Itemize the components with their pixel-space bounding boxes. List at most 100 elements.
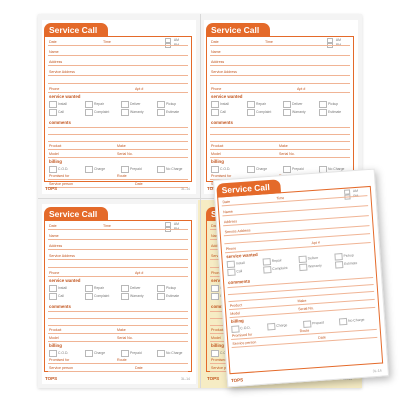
billing-option-checkbox[interactable] bbox=[157, 350, 165, 357]
comment-line bbox=[210, 127, 350, 128]
model-line bbox=[210, 157, 350, 158]
product-line bbox=[48, 149, 188, 150]
service-option-label: Install bbox=[58, 102, 67, 106]
service-option-checkbox[interactable] bbox=[247, 101, 255, 108]
form-title-tab: Service Call bbox=[206, 23, 270, 37]
service-option-checkbox[interactable] bbox=[334, 261, 344, 269]
service-option-checkbox[interactable] bbox=[85, 109, 93, 116]
billing-option-label: Prepaid bbox=[130, 167, 142, 171]
service-option-checkbox[interactable] bbox=[121, 101, 129, 108]
service-option-checkbox[interactable] bbox=[299, 263, 308, 272]
service-option-checkbox[interactable] bbox=[211, 101, 219, 108]
promised-for-label: Promised for bbox=[49, 174, 70, 178]
service-option-label: Repair bbox=[271, 258, 282, 263]
phone-line bbox=[48, 92, 188, 93]
service-option-checkbox[interactable] bbox=[157, 285, 165, 292]
date-line bbox=[221, 195, 368, 207]
billing-option-label: Prepaid bbox=[130, 351, 142, 355]
comment-line bbox=[48, 318, 188, 319]
phone-line bbox=[225, 242, 371, 254]
serial-label: Serial No. bbox=[279, 152, 295, 156]
service-option-checkbox[interactable] bbox=[211, 293, 219, 300]
comment-line bbox=[48, 127, 188, 128]
service-option-checkbox[interactable] bbox=[85, 293, 93, 300]
service-option-checkbox[interactable] bbox=[157, 101, 165, 108]
service-option-checkbox[interactable] bbox=[121, 293, 129, 300]
date2-label: Date bbox=[135, 366, 143, 370]
address-label: Address bbox=[49, 244, 63, 248]
am-label: AM bbox=[173, 222, 179, 226]
service-option-checkbox[interactable] bbox=[121, 285, 129, 292]
service-option-checkbox[interactable] bbox=[49, 293, 57, 300]
service-option-checkbox[interactable] bbox=[334, 253, 343, 261]
promised-line bbox=[48, 179, 188, 180]
phone-label: Phone bbox=[225, 246, 237, 252]
billing-option-checkbox[interactable] bbox=[247, 166, 255, 173]
billing-option-checkbox[interactable] bbox=[121, 350, 129, 357]
promised-for-label: Promised for bbox=[211, 174, 232, 178]
service-option-label: Estimate bbox=[343, 261, 358, 266]
billing-option-checkbox[interactable] bbox=[303, 320, 312, 328]
billing-option-checkbox[interactable] bbox=[49, 350, 57, 357]
service-option-checkbox[interactable] bbox=[247, 109, 255, 116]
billing-option-checkbox[interactable] bbox=[338, 317, 348, 326]
service-option-checkbox[interactable] bbox=[298, 255, 307, 264]
service-option-label: Call bbox=[236, 269, 243, 274]
service-option-checkbox[interactable] bbox=[211, 285, 219, 292]
service-option-checkbox[interactable] bbox=[157, 293, 165, 300]
billing-option-checkbox[interactable] bbox=[211, 166, 219, 173]
billing-option-label: No Charge bbox=[166, 351, 183, 355]
service-option-label: Repair bbox=[256, 102, 266, 106]
service-option-checkbox[interactable] bbox=[262, 258, 272, 266]
billing-option-checkbox[interactable] bbox=[211, 350, 219, 357]
billing-heading: billing bbox=[211, 159, 224, 164]
service-option-checkbox[interactable] bbox=[121, 109, 129, 116]
service-wanted-heading: service wanted bbox=[49, 94, 81, 99]
service-option-checkbox[interactable] bbox=[49, 285, 57, 292]
service-option-checkbox[interactable] bbox=[227, 268, 236, 277]
billing-option-checkbox[interactable] bbox=[267, 322, 276, 331]
service-call-form-detached: Service Call Date Time AM PM Name Addres… bbox=[212, 168, 390, 388]
date-label: Date bbox=[222, 199, 231, 205]
service-option-checkbox[interactable] bbox=[263, 266, 272, 274]
service-option-checkbox[interactable] bbox=[49, 109, 57, 116]
blank-line bbox=[48, 83, 188, 84]
tops-logo: TOPS bbox=[230, 377, 244, 384]
service-option-checkbox[interactable] bbox=[319, 109, 327, 116]
billing-option-checkbox[interactable] bbox=[121, 166, 129, 173]
billing-option-checkbox[interactable] bbox=[157, 166, 165, 173]
billing-option-label: C.O.D. bbox=[240, 325, 251, 331]
comment-line bbox=[48, 311, 188, 312]
form-frame: Date Time AM PM Name Address Service Add… bbox=[217, 185, 384, 375]
service-option-checkbox[interactable] bbox=[319, 101, 327, 108]
service-option-checkbox[interactable] bbox=[283, 101, 291, 108]
service-option-label: Complaint bbox=[256, 110, 272, 114]
billing-option-label: Charge bbox=[256, 167, 268, 171]
billing-option-checkbox[interactable] bbox=[85, 166, 93, 173]
service-option-checkbox[interactable] bbox=[226, 260, 236, 269]
service-option-label: Complaint bbox=[272, 265, 288, 271]
blank-line bbox=[210, 83, 350, 84]
service-wanted-heading: service wanted bbox=[211, 94, 243, 99]
date-label: Date bbox=[49, 40, 57, 44]
service-option-checkbox[interactable] bbox=[283, 109, 291, 116]
service-option-checkbox[interactable] bbox=[85, 285, 93, 292]
service-option-checkbox[interactable] bbox=[85, 101, 93, 108]
comments-heading: comments bbox=[49, 304, 71, 309]
billing-option-checkbox[interactable] bbox=[231, 325, 240, 333]
form-title: Service Call bbox=[211, 25, 260, 35]
product-label: Product bbox=[211, 328, 224, 332]
form-frame: Date Time AM PM Name Address Service Add… bbox=[44, 220, 192, 372]
comment-line bbox=[210, 141, 350, 142]
address-line bbox=[48, 249, 188, 250]
service-option-label: Complaint bbox=[94, 110, 110, 114]
service-option-checkbox[interactable] bbox=[211, 109, 219, 116]
billing-option-checkbox[interactable] bbox=[49, 166, 57, 173]
billing-option-checkbox[interactable] bbox=[283, 166, 291, 173]
billing-option-checkbox[interactable] bbox=[85, 350, 93, 357]
service-option-checkbox[interactable] bbox=[157, 109, 165, 116]
form-title: Service Call bbox=[49, 25, 98, 35]
service-option-checkbox[interactable] bbox=[49, 101, 57, 108]
service-person-line bbox=[48, 371, 188, 372]
make-label: Make bbox=[297, 298, 307, 304]
